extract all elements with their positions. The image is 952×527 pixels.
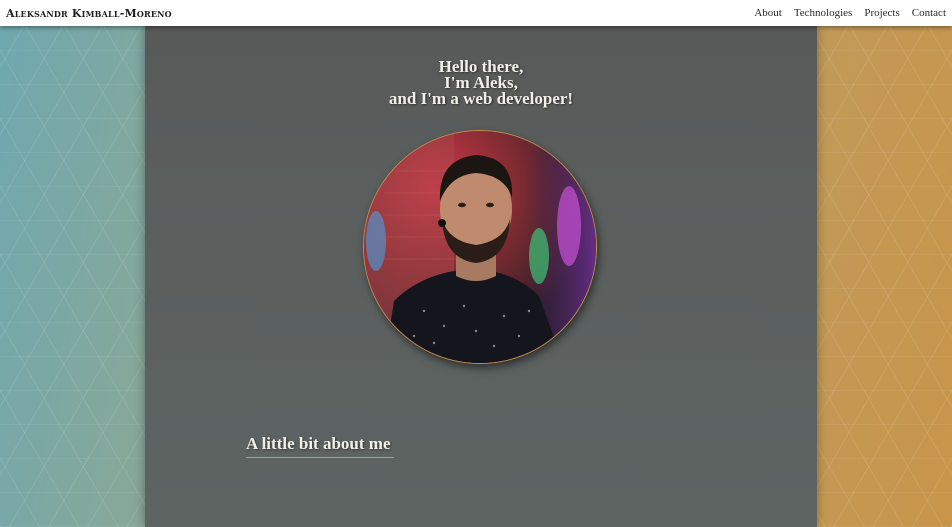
about-heading-underline (246, 457, 394, 458)
about-section-heading: A little bit about me (246, 434, 391, 453)
nav-link-about[interactable]: About (754, 7, 782, 19)
profile-photo-illustration (364, 131, 596, 363)
nav-link-contact[interactable]: Contact (912, 7, 946, 19)
hero-greeting: Hello there, I'm Aleks, and I'm a web de… (145, 58, 817, 108)
top-navbar: Aleksandr Kimball-Moreno About Technolog… (0, 0, 952, 26)
main-content-panel[interactable]: Hello there, I'm Aleks, and I'm a web de… (145, 26, 817, 527)
nav-links: About Technologies Projects Contact (754, 7, 946, 19)
nav-link-technologies[interactable]: Technologies (794, 7, 853, 19)
site-brand[interactable]: Aleksandr Kimball-Moreno (6, 7, 172, 20)
profile-photo (363, 130, 597, 364)
nav-link-projects[interactable]: Projects (864, 7, 899, 19)
hero-line-3: and I'm a web developer! (388, 89, 574, 108)
